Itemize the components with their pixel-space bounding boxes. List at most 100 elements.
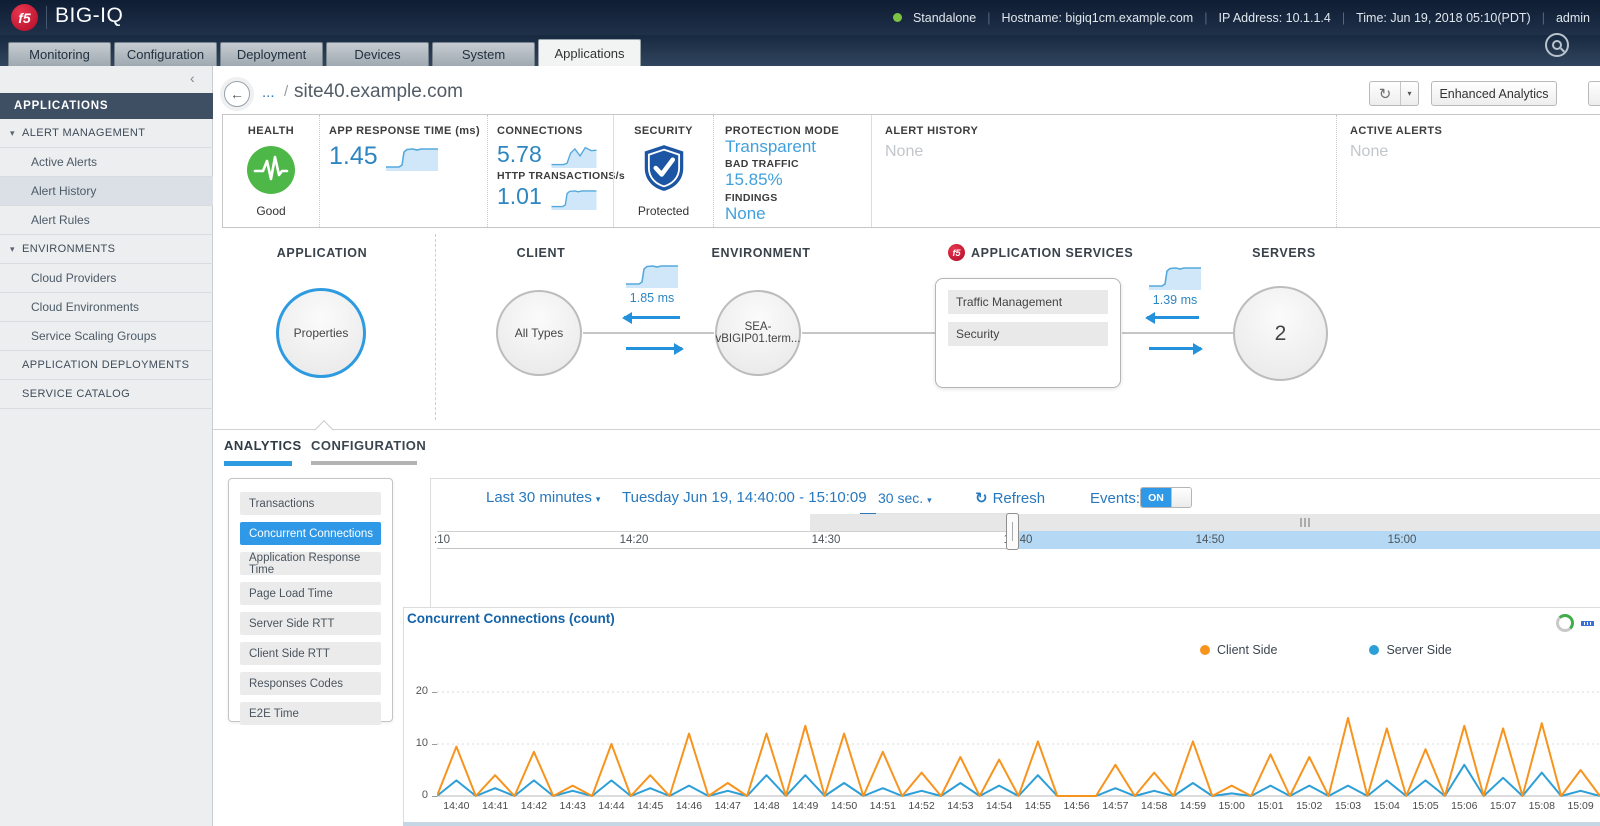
breadcrumb-ellipsis[interactable]: ...	[262, 84, 275, 101]
nav-tab-applications[interactable]: Applications	[538, 39, 641, 66]
application-node[interactable]: Properties	[276, 288, 366, 378]
events-toggle-knob	[1171, 488, 1191, 507]
refresh-label: Refresh	[993, 490, 1046, 507]
sidebar-collapse-icon[interactable]: ‹	[190, 70, 195, 86]
service-traffic-management[interactable]: Traffic Management	[948, 290, 1108, 314]
connector-line	[583, 332, 714, 334]
sparkline	[550, 142, 598, 168]
bottom-scrollbar[interactable]	[403, 822, 1600, 826]
refresh-control[interactable]: ↻Refresh	[975, 489, 1045, 507]
sidebar-group-environments[interactable]: ▾ENVIRONMENTS	[0, 235, 213, 264]
tab-configuration[interactable]: CONFIGURATION	[311, 438, 426, 453]
legend-server-side[interactable]: Server Side	[1369, 643, 1451, 657]
sidebar-item-service-scaling-groups[interactable]: Service Scaling Groups	[0, 322, 213, 351]
client-node[interactable]: All Types	[496, 290, 582, 376]
x-axis-label: 14:41	[476, 800, 515, 813]
connections-label: CONNECTIONS	[497, 125, 613, 137]
sidebar-item-cloud-providers[interactable]: Cloud Providers	[0, 264, 213, 293]
sidebar-item-alert-rules[interactable]: Alert Rules	[0, 206, 213, 235]
refresh-dropdown-caret-icon[interactable]: ▾	[1401, 82, 1418, 105]
protection-mode-value[interactable]: Transparent	[725, 138, 871, 156]
events-label: Events:	[1090, 490, 1140, 507]
series-client-side	[437, 718, 1600, 796]
loading-spinner-icon	[1556, 614, 1574, 632]
http-transactions-value: 1.01	[497, 183, 542, 210]
tab-analytics-underline	[224, 461, 292, 466]
protection-mode-stat: PROTECTION MODE Transparent BAD TRAFFIC …	[713, 115, 871, 227]
sidebar-item-active-alerts[interactable]: Active Alerts	[0, 148, 213, 177]
events-toggle-state: ON	[1141, 488, 1171, 507]
metric-client-side-rtt[interactable]: Client Side RTT	[240, 642, 381, 665]
security-shield-icon	[642, 143, 686, 193]
back-arrow-icon: ←	[230, 86, 244, 102]
system-status-bar: Standalone | Hostname: bigiq1cm.example.…	[893, 0, 1590, 35]
sidebar-item-alert-history[interactable]: Alert History	[0, 177, 213, 206]
x-axis-label: 14:54	[980, 800, 1019, 813]
metric-e2e-time[interactable]: E2E Time	[240, 702, 381, 725]
environment-node[interactable]: SEA-vBIGIP01.term...	[715, 290, 801, 376]
x-axis-label: 14:49	[786, 800, 825, 813]
sidebar-group-service-catalog[interactable]: SERVICE CATALOG	[0, 380, 213, 409]
metric-concurrent-connections[interactable]: Concurrent Connections	[240, 522, 381, 545]
environment-column-label: ENVIRONMENT	[701, 246, 821, 260]
x-axis-label: 14:51	[863, 800, 902, 813]
sidebar-group-alert-management[interactable]: ▾ALERT MANAGEMENT	[0, 119, 213, 148]
hostname: Hostname: bigiq1cm.example.com	[1001, 11, 1193, 25]
alert-history-stat: ALERT HISTORY None	[871, 115, 1336, 227]
servers-node[interactable]: 2	[1233, 286, 1328, 381]
metric-server-side-rtt[interactable]: Server Side RTT	[240, 612, 381, 635]
x-axis-label: 15:05	[1406, 800, 1445, 813]
y-axis-tick	[432, 796, 437, 797]
time-range-value: Last 30 minutes	[486, 489, 592, 506]
x-axis-label: 15:06	[1445, 800, 1484, 813]
timeline-selected-range[interactable]	[1013, 531, 1600, 549]
caret-down-icon: ▾	[927, 495, 932, 505]
system-time: Time: Jun 19, 2018 05:10(PDT)	[1356, 11, 1531, 25]
nav-tab-deployment[interactable]: Deployment	[220, 42, 323, 66]
arrow-left-icon	[624, 316, 680, 319]
nav-tab-system[interactable]: System	[432, 42, 535, 66]
timeline-handle[interactable]	[1006, 513, 1019, 550]
security-stat: SECURITY Protected	[613, 115, 713, 227]
metric-transactions[interactable]: Transactions	[240, 492, 381, 515]
metric-application-response-time[interactable]: Application Response Time	[240, 552, 381, 575]
time-range-dropdown[interactable]: Last 30 minutes▾	[486, 489, 600, 506]
metric-page-load-time[interactable]: Page Load Time	[240, 582, 381, 605]
x-axis-label: 15:00	[1212, 800, 1251, 813]
timeline-grip-icon[interactable]	[1300, 518, 1310, 527]
active-alerts-value: None	[1350, 143, 1600, 161]
x-axis-label: 14:50	[825, 800, 864, 813]
refresh-split-button[interactable]: ↻ ▾	[1369, 81, 1419, 106]
refresh-icon[interactable]: ↻	[1370, 82, 1401, 105]
timeline-tick-14-50: 14:50	[1196, 534, 1225, 546]
nav-tab-monitoring[interactable]: Monitoring	[8, 42, 111, 66]
timeline-track[interactable]	[810, 514, 1600, 531]
user-menu[interactable]: admin	[1556, 11, 1590, 25]
bad-traffic-value[interactable]: 15.85%	[725, 171, 871, 189]
sidebar-group-label: ENVIRONMENTS	[22, 243, 115, 255]
brand-divider	[46, 6, 47, 29]
search-icon[interactable]	[1545, 33, 1569, 57]
metric-responses-codes[interactable]: Responses Codes	[240, 672, 381, 695]
x-axis-label: 14:59	[1174, 800, 1213, 813]
health-stat: HEALTH Good	[223, 115, 319, 227]
sidebar-item-cloud-environments[interactable]: Cloud Environments	[0, 293, 213, 322]
sidebar-group-application-deployments[interactable]: APPLICATION DEPLOYMENTS	[0, 351, 213, 380]
enhanced-analytics-button[interactable]: Enhanced Analytics	[1431, 81, 1557, 106]
security-value: Protected	[638, 204, 689, 218]
tab-analytics[interactable]: ANALYTICS	[224, 438, 302, 453]
topology-divider	[435, 234, 436, 420]
interval-dropdown[interactable]: 30 sec.▾	[878, 490, 932, 506]
legend-client-side[interactable]: Client Side	[1200, 643, 1277, 657]
application-services-column-label: APPLICATION SERVICES	[971, 246, 1133, 260]
connections-value: 5.78	[497, 141, 542, 168]
partial-button[interactable]	[1588, 81, 1600, 106]
nav-tab-devices[interactable]: Devices	[326, 42, 429, 66]
nav-tab-configuration[interactable]: Configuration	[114, 42, 217, 66]
page-title: site40.example.com	[294, 81, 463, 103]
back-button[interactable]: ←	[224, 81, 250, 107]
findings-value[interactable]: None	[725, 205, 871, 223]
y-axis-tick	[432, 744, 437, 745]
service-security[interactable]: Security	[948, 322, 1108, 346]
events-toggle[interactable]: ON	[1140, 487, 1192, 508]
